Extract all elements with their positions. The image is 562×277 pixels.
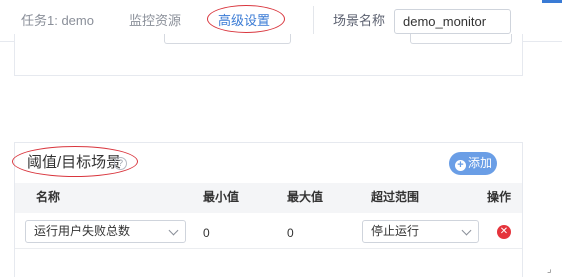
upper-settings-card [14, 34, 523, 76]
metric-name-select[interactable]: 运行用户失败总数 [25, 220, 186, 243]
max-value[interactable]: 0 [287, 226, 294, 240]
column-header-name: 名称 [36, 190, 61, 204]
resize-corner-icon: ⌟ [547, 264, 552, 275]
tab-monitor-resources[interactable]: 监控资源 [129, 13, 181, 29]
min-value[interactable]: 0 [203, 226, 210, 240]
plus-icon: + [455, 160, 466, 171]
delete-row-icon[interactable]: ✕ [497, 225, 511, 239]
add-button-label: 添加 [468, 156, 493, 170]
table-header [15, 183, 522, 213]
field-stub-left [164, 34, 291, 44]
column-header-out-of-range: 超过范围 [371, 190, 420, 204]
column-header-max: 最大值 [287, 190, 324, 204]
annotation-circle-tab [207, 5, 285, 33]
chevron-down-icon [168, 225, 179, 236]
divider [313, 6, 314, 36]
column-header-min: 最小值 [203, 190, 240, 204]
chevron-down-icon [461, 225, 472, 236]
row-divider [15, 248, 522, 249]
accent-edge [542, 0, 562, 3]
metric-name-value: 运行用户失败总数 [34, 224, 131, 238]
annotation-circle-section [12, 146, 138, 177]
out-of-range-action-select[interactable]: 停止运行 [362, 220, 479, 243]
tab-task[interactable]: 任务1: demo [21, 13, 94, 29]
scene-name-input[interactable]: demo_monitor [394, 9, 511, 34]
column-header-actions: 操作 [487, 190, 512, 204]
scene-name-label: 场景名称 [333, 13, 386, 28]
out-of-range-action-value: 停止运行 [371, 224, 420, 238]
add-button[interactable]: + 添加 [449, 152, 497, 175]
field-stub-right [410, 34, 512, 44]
